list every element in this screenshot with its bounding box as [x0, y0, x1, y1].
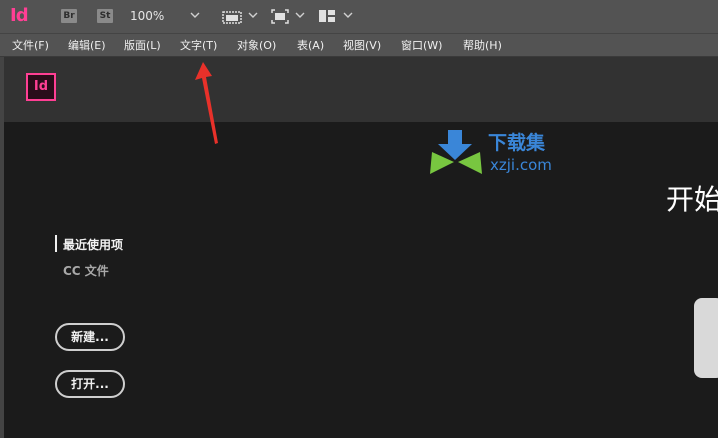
watermark-url: xzji.com	[490, 156, 552, 174]
menu-table[interactable]: 表(A)	[297, 37, 324, 53]
zoom-level[interactable]: 100%	[130, 9, 164, 23]
menu-bar: 文件(F) 编辑(E) 版面(L) 文字(T) 对象(O) 表(A) 视图(V)…	[0, 34, 718, 57]
menu-layout[interactable]: 版面(L)	[124, 37, 161, 53]
chevron-down-icon[interactable]	[295, 11, 305, 19]
menu-file[interactable]: 文件(F)	[12, 37, 49, 53]
menu-edit[interactable]: 编辑(E)	[68, 37, 106, 53]
watermark-title: 下载集	[488, 132, 546, 154]
screen-mode-icon[interactable]	[222, 9, 242, 24]
indesign-logo: Id	[10, 5, 29, 26]
stock-button[interactable]: St	[97, 9, 113, 23]
menu-view[interactable]: 视图(V)	[343, 37, 381, 53]
bridge-button[interactable]: Br	[61, 9, 77, 23]
start-title: 开始	[666, 183, 718, 216]
menu-object[interactable]: 对象(O)	[237, 37, 276, 53]
arrange-documents-icon[interactable]	[318, 9, 336, 23]
menu-type[interactable]: 文字(T)	[180, 37, 217, 53]
recent-files-tab[interactable]: 最近使用项	[63, 236, 123, 253]
start-indesign-logo: Id	[26, 73, 56, 101]
menu-window[interactable]: 窗口(W)	[401, 37, 442, 53]
annotation-arrow-icon	[195, 62, 218, 144]
start-workspace-header: Id	[4, 57, 718, 122]
application-bar: Id Br St 100%	[0, 0, 718, 34]
open-button[interactable]: 打开...	[55, 370, 125, 398]
selected-indicator	[55, 235, 57, 252]
chevron-down-icon[interactable]	[248, 11, 258, 19]
cc-files-tab[interactable]: CC 文件	[63, 262, 109, 279]
view-options-icon[interactable]	[271, 9, 289, 24]
new-button[interactable]: 新建...	[55, 323, 125, 351]
zoom-dropdown-chevron-icon[interactable]	[190, 11, 200, 19]
preset-card[interactable]	[694, 298, 718, 378]
menu-help[interactable]: 帮助(H)	[463, 37, 502, 53]
chevron-down-icon[interactable]	[343, 11, 353, 19]
download-arrow-icon	[430, 130, 482, 174]
